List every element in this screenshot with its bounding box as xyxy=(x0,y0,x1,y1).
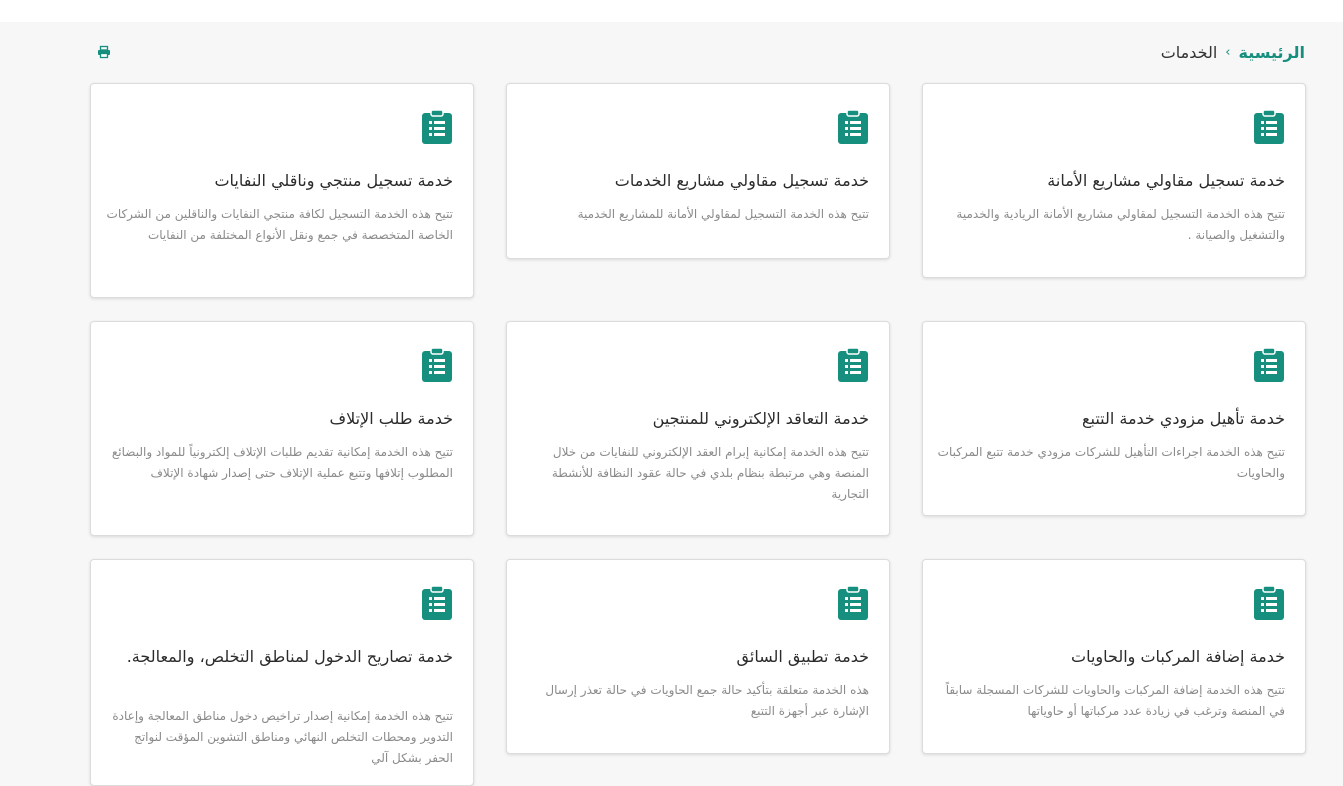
service-description: هذه الخدمة متعلقة بتأكيد حالة جمع الحاوي… xyxy=(545,683,869,718)
service-title: خدمة التعاقد الإلكتروني للمنتجين xyxy=(652,409,869,428)
service-card[interactable]: خدمة تسجيل منتجي وناقلي النفايات تتيح هذ… xyxy=(90,83,474,298)
clipboard-list-icon xyxy=(837,585,869,620)
service-title: خدمة تسجيل مقاولي مشاريع الخدمات xyxy=(614,171,869,190)
service-title: خدمة تسجيل مقاولي مشاريع الأمانة xyxy=(1047,171,1285,190)
service-title: خدمة تسجيل منتجي وناقلي النفايات xyxy=(214,171,453,190)
service-description: تتيح هذه الخدمة التسجيل لمقاولي مشاريع ا… xyxy=(956,207,1285,242)
services-grid: خدمة تسجيل مقاولي مشاريع الأمانة تتيح هذ… xyxy=(0,0,1343,786)
clipboard-list-icon xyxy=(421,347,453,382)
service-card[interactable]: خدمة تسجيل مقاولي مشاريع الأمانة تتيح هذ… xyxy=(922,83,1306,278)
service-card[interactable]: خدمة تسجيل مقاولي مشاريع الخدمات تتيح هذ… xyxy=(506,83,890,259)
clipboard-list-icon xyxy=(421,109,453,144)
service-title: خدمة إضافة المركبات والحاويات xyxy=(1071,647,1285,666)
service-description: تتيح هذه الخدمة التسجيل لكافة منتجي النف… xyxy=(106,207,453,242)
service-title: خدمة تأهيل مزودي خدمة التتبع xyxy=(1081,409,1285,428)
service-card[interactable]: خدمة تأهيل مزودي خدمة التتبع تتيح هذه ال… xyxy=(922,321,1306,516)
service-description: تتيح هذه الخدمة إمكانية إبرام العقد الإل… xyxy=(551,445,869,501)
service-card[interactable]: خدمة التعاقد الإلكتروني للمنتجين تتيح هذ… xyxy=(506,321,890,536)
service-card[interactable]: خدمة إضافة المركبات والحاويات تتيح هذه ا… xyxy=(922,559,1306,754)
service-description: تتيح هذه الخدمة إضافة المركبات والحاويات… xyxy=(945,683,1285,718)
clipboard-list-icon xyxy=(837,109,869,144)
service-description: تتيح هذه الخدمة التسجيل لمقاولي الأمانة … xyxy=(577,207,869,221)
clipboard-list-icon xyxy=(837,347,869,382)
service-title: خدمة تطبيق السائق xyxy=(736,647,869,666)
service-description: تتيح هذه الخدمة اجراءات التأهيل للشركات … xyxy=(937,445,1285,480)
service-card[interactable]: خدمة طلب الإتلاف تتيح هذه الخدمة إمكانية… xyxy=(90,321,474,536)
service-description: تتيح هذه الخدمة إمكانية إصدار تراخيص دخو… xyxy=(112,709,453,765)
clipboard-list-icon xyxy=(1253,585,1285,620)
service-description: تتيح هذه الخدمة إمكانية تقديم طلبات الإت… xyxy=(111,445,453,480)
clipboard-list-icon xyxy=(1253,347,1285,382)
clipboard-list-icon xyxy=(421,585,453,620)
service-card[interactable]: خدمة تطبيق السائق هذه الخدمة متعلقة بتأك… xyxy=(506,559,890,754)
clipboard-list-icon xyxy=(1253,109,1285,144)
service-card[interactable]: خدمة تصاريح الدخول لمناطق التخلص، والمعا… xyxy=(90,559,474,786)
service-title: خدمة طلب الإتلاف xyxy=(329,409,453,428)
service-title: خدمة تصاريح الدخول لمناطق التخلص، والمعا… xyxy=(126,647,453,666)
